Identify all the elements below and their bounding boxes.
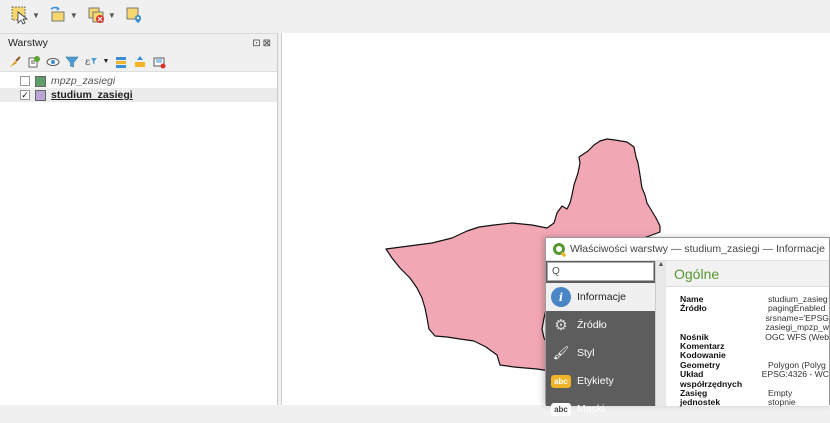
layers-panel: Warstwy ⊡ ⊠ ε ▼ mpzp_zasiegi ✓ studium_z… xyxy=(0,33,278,405)
info-panel: Ogólne Name studium_zasieg Źródło pagingEn… xyxy=(666,261,829,408)
nav-item-label: Informacje xyxy=(577,291,627,303)
info-value: OGC WFS (Web xyxy=(765,331,829,342)
info-key xyxy=(680,314,766,323)
properties-sidebar: Q i Informacje ⚙ Źródło 🖌 Styl abc Etyki… xyxy=(546,261,655,416)
layer-visibility-checkbox[interactable] xyxy=(20,76,30,86)
labels-icon: abc xyxy=(551,374,571,388)
info-key: Układ współrzędnych xyxy=(680,369,743,389)
deselect-features-button[interactable]: ▼ xyxy=(84,4,118,26)
search-input[interactable]: Q xyxy=(547,262,654,281)
dialog-titlebar[interactable]: Właściwości warstwy — studium_zasiegi — … xyxy=(546,238,829,261)
sidebar-scrollbar[interactable]: ▲ xyxy=(655,261,666,406)
search-icon: Q xyxy=(552,266,560,277)
nav-item-label: Źródło xyxy=(577,319,607,331)
chevron-down-icon[interactable]: ▼ xyxy=(103,55,110,69)
info-key: Źródło xyxy=(680,303,707,314)
layer-symbol-swatch xyxy=(35,75,46,87)
source-icon: ⚙ xyxy=(554,317,568,334)
layer-item-studium-zasiegi[interactable]: ✓ studium_zasiegi xyxy=(0,88,277,102)
layer-tree: mpzp_zasiegi ✓ studium_zasiegi xyxy=(0,72,277,102)
identify-features-button[interactable]: ▼ xyxy=(46,4,80,26)
masks-icon: abc xyxy=(551,402,571,416)
layers-panel-toolbar: ε ▼ xyxy=(0,52,277,72)
attributes-toolbar: ▼ ▼ ▼ xyxy=(0,0,830,30)
nav-item-label: Etykiety xyxy=(577,375,614,387)
deselect-features-icon xyxy=(88,7,104,23)
nav-item-maski[interactable]: abc Maski xyxy=(546,395,655,423)
nav-item-informacje[interactable]: i Informacje xyxy=(546,283,655,311)
close-panel-icon[interactable]: ⊠ xyxy=(263,38,271,49)
info-value: EPSG:4326 - WC xyxy=(761,369,829,380)
nav-item-label: Styl xyxy=(577,347,595,359)
panel-title: Warstwy xyxy=(8,37,48,49)
float-panel-icon[interactable]: ⊡ xyxy=(252,38,260,49)
map-tips-button[interactable] xyxy=(122,4,146,26)
style-icon: 🖌 xyxy=(552,345,570,360)
nav-item-zrodlo[interactable]: ⚙ Źródło xyxy=(546,311,655,339)
style-manager-icon[interactable] xyxy=(8,55,22,69)
layer-properties-dialog: Właściwości warstwy — studium_zasiegi — … xyxy=(545,237,830,416)
layer-symbol-swatch xyxy=(35,89,46,101)
dialog-title: Właściwości warstwy — studium_zasiegi — … xyxy=(570,243,825,255)
layer-item-mpzp-zasiegi[interactable]: mpzp_zasiegi xyxy=(0,74,277,88)
info-row: Układ współrzędnych EPSG:4326 - WC xyxy=(680,370,829,389)
nav-item-styl[interactable]: 🖌 Styl xyxy=(546,339,655,367)
chevron-down-icon[interactable]: ▼ xyxy=(32,11,40,20)
nav-item-etykiety[interactable]: abc Etykiety xyxy=(546,367,655,395)
filter-legend-icon[interactable] xyxy=(65,55,79,69)
section-title: Ogólne xyxy=(666,261,829,287)
info-icon: i xyxy=(551,287,571,307)
info-row: jednostek stopnie xyxy=(680,397,829,408)
chevron-down-icon[interactable]: ▼ xyxy=(70,11,78,20)
layer-name: mpzp_zasiegi xyxy=(51,75,116,87)
svg-text:ε: ε xyxy=(85,57,90,68)
chevron-down-icon[interactable]: ▼ xyxy=(108,11,116,20)
layer-name: studium_zasiegi xyxy=(51,89,133,101)
select-features-button[interactable]: ▼ xyxy=(8,4,42,26)
select-features-icon xyxy=(11,6,29,25)
layer-visibility-checkbox[interactable]: ✓ xyxy=(20,90,30,100)
info-table: Name studium_zasieg Źródło pagingEnabled s… xyxy=(666,287,829,408)
add-group-icon[interactable] xyxy=(27,55,41,69)
layers-panel-header: Warstwy ⊡ ⊠ xyxy=(0,34,277,52)
qgis-logo-icon xyxy=(553,243,565,255)
manage-map-themes-icon[interactable] xyxy=(46,55,60,69)
expand-all-icon[interactable] xyxy=(114,55,128,69)
identify-features-icon xyxy=(50,6,65,22)
filter-by-expression-icon[interactable]: ε xyxy=(84,55,98,69)
scroll-up-arrow-icon[interactable]: ▲ xyxy=(656,261,666,268)
info-value: stopnie xyxy=(768,397,796,408)
info-key: jednostek xyxy=(680,397,721,408)
map-tips-icon xyxy=(126,7,141,23)
remove-layer-icon[interactable] xyxy=(152,55,166,69)
collapse-all-icon[interactable] xyxy=(133,55,147,69)
